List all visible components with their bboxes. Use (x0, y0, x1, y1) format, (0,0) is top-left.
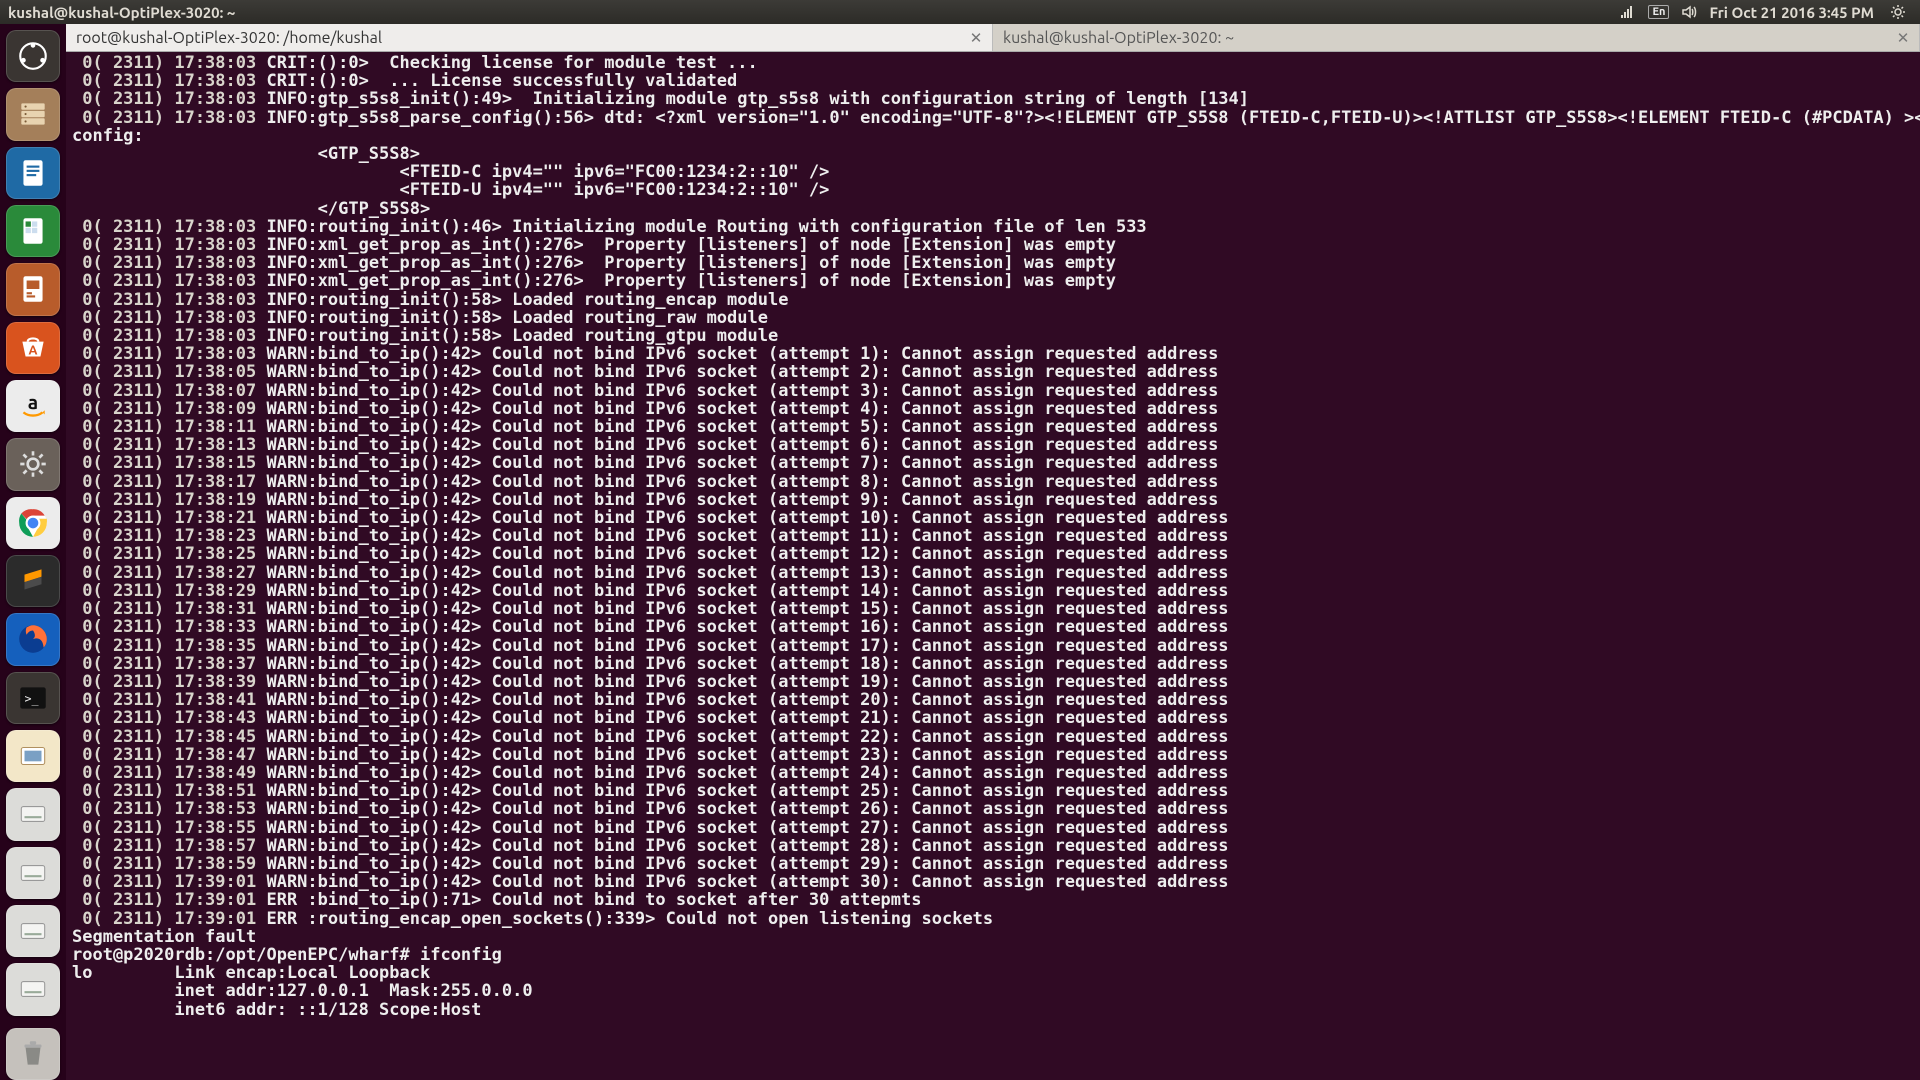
terminal-line: 0( 2311) 17:38:03 WARN:bind_to_ip():42> … (72, 345, 1914, 363)
terminal-line: 0( 2311) 17:38:55 WARN:bind_to_ip():42> … (72, 819, 1914, 837)
terminal-line: 0( 2311) 17:38:03 INFO:routing_init():46… (72, 218, 1914, 236)
tab-bar: root@kushal-OptiPlex-3020: /home/kushal … (66, 24, 1920, 52)
writer-icon[interactable] (6, 147, 60, 199)
files-icon[interactable] (6, 88, 60, 140)
terminal-line: 0( 2311) 17:38:03 CRIT:():0> Checking li… (72, 54, 1914, 72)
firefox-icon[interactable] (6, 613, 60, 665)
window-title: kushal@kushal-OptiPlex-3020: ~ (8, 4, 235, 21)
terminal-line: 0( 2311) 17:38:03 INFO:xml_get_prop_as_i… (72, 236, 1914, 254)
terminal-line: 0( 2311) 17:38:57 WARN:bind_to_ip():42> … (72, 837, 1914, 855)
svg-text:>_: >_ (25, 691, 40, 705)
terminal-line: 0( 2311) 17:38:53 WARN:bind_to_ip():42> … (72, 800, 1914, 818)
network-icon[interactable] (1620, 4, 1636, 20)
terminal-line: 0( 2311) 17:38:45 WARN:bind_to_ip():42> … (72, 728, 1914, 746)
impress-icon[interactable] (6, 263, 60, 315)
dash-icon[interactable] (6, 30, 60, 82)
terminal-line: 0( 2311) 17:38:03 INFO:gtp_s5s8_init():4… (72, 90, 1914, 108)
terminal-window: root@kushal-OptiPlex-3020: /home/kushal … (66, 24, 1920, 1080)
tab-label: kushal@kushal-OptiPlex-3020: ~ (1003, 29, 1234, 47)
disk-icon-4[interactable] (6, 963, 60, 1015)
terminal-line: 0( 2311) 17:39:01 WARN:bind_to_ip():42> … (72, 873, 1914, 891)
disk-icon-2[interactable] (6, 847, 60, 899)
disk-icon-3[interactable] (6, 905, 60, 957)
terminal-line: 0( 2311) 17:38:49 WARN:bind_to_ip():42> … (72, 764, 1914, 782)
terminal-line: 0( 2311) 17:38:05 WARN:bind_to_ip():42> … (72, 363, 1914, 381)
terminal-line: 0( 2311) 17:38:51 WARN:bind_to_ip():42> … (72, 782, 1914, 800)
terminal-body[interactable]: 0( 2311) 17:38:03 CRIT:():0> Checking li… (66, 52, 1920, 1080)
terminal-line: 0( 2311) 17:38:35 WARN:bind_to_ip():42> … (72, 637, 1914, 655)
terminal-line: Segmentation fault (72, 928, 1914, 946)
terminal-line: <FTEID-U ipv4="" ipv6="FC00:1234:2::10" … (72, 181, 1914, 199)
terminal-line: 0( 2311) 17:38:03 INFO:routing_init():58… (72, 327, 1914, 345)
terminal-line: 0( 2311) 17:38:03 CRIT:():0> ... License… (72, 72, 1914, 90)
svg-text:a: a (28, 391, 38, 413)
terminal-tab-0[interactable]: root@kushal-OptiPlex-3020: /home/kushal … (66, 24, 993, 51)
terminal-line: 0( 2311) 17:39:01 ERR :bind_to_ip():71> … (72, 891, 1914, 909)
terminal-line: 0( 2311) 17:38:37 WARN:bind_to_ip():42> … (72, 655, 1914, 673)
disk-icon-1[interactable] (6, 788, 60, 840)
terminal-line: 0( 2311) 17:38:23 WARN:bind_to_ip():42> … (72, 527, 1914, 545)
terminal-line: 0( 2311) 17:38:39 WARN:bind_to_ip():42> … (72, 673, 1914, 691)
terminal-line: 0( 2311) 17:38:17 WARN:bind_to_ip():42> … (72, 473, 1914, 491)
close-icon[interactable]: ✕ (1895, 30, 1911, 46)
terminal-line: inet6 addr: ::1/128 Scope:Host (72, 1001, 1914, 1019)
terminal-line: 0( 2311) 17:38:21 WARN:bind_to_ip():42> … (72, 509, 1914, 527)
sound-icon[interactable] (1681, 4, 1697, 20)
terminal-line: 0( 2311) 17:38:15 WARN:bind_to_ip():42> … (72, 454, 1914, 472)
close-icon[interactable]: ✕ (968, 30, 984, 46)
terminal-line: 0( 2311) 17:38:41 WARN:bind_to_ip():42> … (72, 691, 1914, 709)
terminal-line: lo Link encap:Local Loopback (72, 964, 1914, 982)
terminal-line: 0( 2311) 17:38:07 WARN:bind_to_ip():42> … (72, 382, 1914, 400)
terminal-line: inet addr:127.0.0.1 Mask:255.0.0.0 (72, 982, 1914, 1000)
terminal-line: 0( 2311) 17:38:25 WARN:bind_to_ip():42> … (72, 545, 1914, 563)
terminal-line: 0( 2311) 17:38:03 INFO:routing_init():58… (72, 291, 1914, 309)
terminal-line: 0( 2311) 17:38:43 WARN:bind_to_ip():42> … (72, 709, 1914, 727)
terminal-line: 0( 2311) 17:38:03 INFO:xml_get_prop_as_i… (72, 272, 1914, 290)
terminal-tab-1[interactable]: kushal@kushal-OptiPlex-3020: ~ ✕ (993, 24, 1920, 51)
terminal-line: 0( 2311) 17:38:03 INFO:gtp_s5s8_parse_co… (72, 109, 1914, 127)
trash-icon[interactable] (6, 1028, 60, 1080)
terminal-line: 0( 2311) 17:39:01 ERR :routing_encap_ope… (72, 910, 1914, 928)
system-settings-icon[interactable] (6, 438, 60, 490)
sublime-icon[interactable] (6, 555, 60, 607)
terminal-line: </GTP_S5S8> (72, 200, 1914, 218)
terminal-line: <GTP_S5S8> (72, 145, 1914, 163)
amazon-icon[interactable]: a (6, 380, 60, 432)
top-panel: kushal@kushal-OptiPlex-3020: ~ En Fri Oc… (0, 0, 1920, 24)
tab-label: root@kushal-OptiPlex-3020: /home/kushal (76, 29, 382, 47)
terminal-line: config: (72, 127, 1914, 145)
terminal-line: 0( 2311) 17:38:03 INFO:xml_get_prop_as_i… (72, 254, 1914, 272)
terminal-line: 0( 2311) 17:38:27 WARN:bind_to_ip():42> … (72, 564, 1914, 582)
clock[interactable]: Fri Oct 21 2016 3:45 PM (1709, 4, 1874, 21)
screenshot-icon[interactable] (6, 730, 60, 782)
terminal-line: <FTEID-C ipv4="" ipv6="FC00:1234:2::10" … (72, 163, 1914, 181)
launcher: A a >_ (0, 24, 66, 1080)
calc-icon[interactable] (6, 205, 60, 257)
software-center-icon[interactable]: A (6, 322, 60, 374)
terminal-line: 0( 2311) 17:38:29 WARN:bind_to_ip():42> … (72, 582, 1914, 600)
terminal-line: 0( 2311) 17:38:59 WARN:bind_to_ip():42> … (72, 855, 1914, 873)
terminal-line: 0( 2311) 17:38:47 WARN:bind_to_ip():42> … (72, 746, 1914, 764)
terminal-line: 0( 2311) 17:38:33 WARN:bind_to_ip():42> … (72, 618, 1914, 636)
gear-icon[interactable] (1890, 4, 1906, 20)
terminal-line: root@p2020rdb:/opt/OpenEPC/wharf# ifconf… (72, 946, 1914, 964)
language-indicator[interactable]: En (1648, 5, 1669, 19)
terminal-icon[interactable]: >_ (6, 672, 60, 724)
terminal-line: 0( 2311) 17:38:13 WARN:bind_to_ip():42> … (72, 436, 1914, 454)
svg-text:A: A (29, 343, 38, 357)
terminal-line: 0( 2311) 17:38:19 WARN:bind_to_ip():42> … (72, 491, 1914, 509)
terminal-line: 0( 2311) 17:38:11 WARN:bind_to_ip():42> … (72, 418, 1914, 436)
terminal-line: 0( 2311) 17:38:03 INFO:routing_init():58… (72, 309, 1914, 327)
chrome-icon[interactable] (6, 497, 60, 549)
terminal-line: 0( 2311) 17:38:09 WARN:bind_to_ip():42> … (72, 400, 1914, 418)
terminal-line: 0( 2311) 17:38:31 WARN:bind_to_ip():42> … (72, 600, 1914, 618)
